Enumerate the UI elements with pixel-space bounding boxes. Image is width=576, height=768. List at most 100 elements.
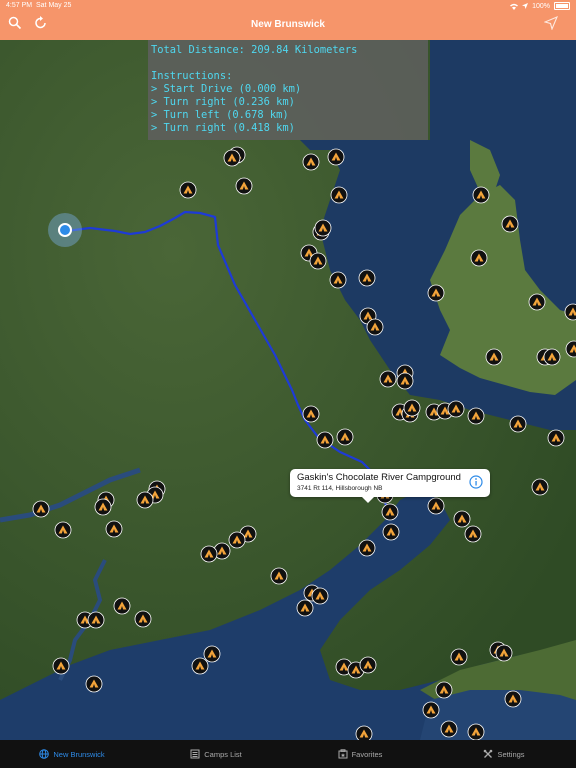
tab-settings[interactable]: Settings bbox=[432, 740, 576, 768]
info-button[interactable] bbox=[469, 475, 483, 489]
campground-marker[interactable] bbox=[396, 372, 414, 390]
campground-marker[interactable] bbox=[355, 725, 373, 740]
battery-percent: 100% bbox=[532, 2, 550, 10]
status-time: 4:57 PM bbox=[6, 2, 33, 9]
map-view[interactable] bbox=[0, 40, 576, 740]
campground-marker[interactable] bbox=[336, 428, 354, 446]
current-location-dot bbox=[58, 223, 72, 237]
campground-marker[interactable] bbox=[509, 415, 527, 433]
campground-marker[interactable] bbox=[427, 497, 445, 515]
campground-marker[interactable] bbox=[87, 611, 105, 629]
campground-marker[interactable] bbox=[531, 478, 549, 496]
campground-callout[interactable]: Gaskin's Chocolate River Campground 3741… bbox=[290, 469, 490, 503]
campground-marker[interactable] bbox=[447, 400, 465, 418]
info-icon bbox=[469, 475, 483, 489]
tab-label: Settings bbox=[497, 749, 525, 759]
tab-label: New Brunswick bbox=[53, 749, 105, 759]
location-arrow-icon bbox=[543, 15, 559, 31]
refresh-button[interactable] bbox=[34, 16, 54, 34]
campground-marker[interactable] bbox=[327, 148, 345, 166]
battery-icon bbox=[554, 2, 570, 10]
campground-marker[interactable] bbox=[440, 720, 458, 738]
campground-marker[interactable] bbox=[235, 177, 253, 195]
instruction-step: > Turn right (0.418 km) bbox=[151, 122, 295, 134]
campground-marker[interactable] bbox=[200, 545, 218, 563]
campground-marker[interactable] bbox=[32, 500, 50, 518]
favorites-icon bbox=[338, 749, 348, 759]
campground-marker[interactable] bbox=[309, 252, 327, 270]
locate-me-button[interactable] bbox=[543, 15, 564, 34]
campground-marker[interactable] bbox=[472, 186, 490, 204]
campground-marker[interactable] bbox=[501, 215, 519, 233]
campground-marker[interactable] bbox=[358, 269, 376, 287]
campground-marker[interactable] bbox=[223, 149, 241, 167]
status-date: Sat May 25 bbox=[36, 2, 72, 9]
campground-marker[interactable] bbox=[450, 648, 468, 666]
campground-marker[interactable] bbox=[302, 405, 320, 423]
campground-marker[interactable] bbox=[54, 521, 72, 539]
campground-marker[interactable] bbox=[203, 645, 221, 663]
campground-marker[interactable] bbox=[464, 525, 482, 543]
campground-marker[interactable] bbox=[366, 318, 384, 336]
campground-marker[interactable] bbox=[191, 657, 209, 675]
globe-icon bbox=[39, 749, 50, 759]
status-indicators: 100% bbox=[510, 2, 570, 10]
campground-marker[interactable] bbox=[470, 249, 488, 267]
campground-marker[interactable] bbox=[403, 399, 421, 417]
refresh-icon bbox=[35, 16, 46, 29]
campground-marker[interactable] bbox=[467, 723, 485, 740]
list-icon bbox=[190, 749, 200, 759]
campground-marker[interactable] bbox=[311, 587, 329, 605]
campground-marker[interactable] bbox=[85, 675, 103, 693]
callout-address: 3741 Rt 114, Hillsborough NB bbox=[297, 485, 383, 492]
tab-favorites[interactable]: Favorites bbox=[288, 740, 432, 768]
campground-marker[interactable] bbox=[453, 510, 471, 528]
settings-icon bbox=[484, 749, 493, 758]
campground-marker[interactable] bbox=[547, 429, 565, 447]
campground-marker[interactable] bbox=[105, 520, 123, 538]
campground-marker[interactable] bbox=[528, 293, 546, 311]
page-title: New Brunswick bbox=[251, 19, 325, 30]
campground-marker[interactable] bbox=[382, 523, 400, 541]
campground-marker[interactable] bbox=[52, 657, 70, 675]
campground-marker[interactable] bbox=[94, 498, 112, 516]
search-icon bbox=[8, 16, 22, 30]
campground-marker[interactable] bbox=[134, 610, 152, 628]
route-instructions-panel: Total Distance: 209.84 Kilometers Instru… bbox=[148, 40, 428, 140]
campground-marker[interactable] bbox=[136, 491, 154, 509]
campground-marker[interactable] bbox=[358, 539, 376, 557]
instruction-step: > Turn left (0.678 km) bbox=[151, 109, 289, 121]
campground-marker[interactable] bbox=[379, 370, 397, 388]
campground-marker[interactable] bbox=[302, 153, 320, 171]
campground-marker[interactable] bbox=[467, 407, 485, 425]
campground-marker[interactable] bbox=[228, 531, 246, 549]
campground-marker[interactable] bbox=[270, 567, 288, 585]
callout-title: Gaskin's Chocolate River Campground bbox=[297, 472, 461, 483]
search-button[interactable] bbox=[8, 16, 28, 34]
location-arrow-icon bbox=[522, 3, 529, 9]
campground-marker[interactable] bbox=[329, 271, 347, 289]
campground-marker[interactable] bbox=[495, 644, 513, 662]
instruction-step: > Start Drive (0.000 km) bbox=[151, 83, 302, 95]
tab-label: Favorites bbox=[351, 749, 383, 759]
campground-marker[interactable] bbox=[381, 503, 399, 521]
tab-camps-list[interactable]: Camps List bbox=[144, 740, 288, 768]
tab-new-brunswick[interactable]: New Brunswick bbox=[0, 740, 144, 768]
campground-marker[interactable] bbox=[296, 599, 314, 617]
campground-marker[interactable] bbox=[330, 186, 348, 204]
campground-marker[interactable] bbox=[543, 348, 561, 366]
instruction-step: > Turn right (0.236 km) bbox=[151, 96, 295, 108]
campground-marker[interactable] bbox=[359, 656, 377, 674]
campground-marker[interactable] bbox=[485, 348, 503, 366]
map-canvas[interactable] bbox=[0, 40, 576, 740]
campground-marker[interactable] bbox=[504, 690, 522, 708]
campground-marker[interactable] bbox=[316, 431, 334, 449]
campground-marker[interactable] bbox=[427, 284, 445, 302]
campground-marker[interactable] bbox=[435, 681, 453, 699]
campground-marker[interactable] bbox=[113, 597, 131, 615]
campground-marker[interactable] bbox=[179, 181, 197, 199]
campground-marker[interactable] bbox=[422, 701, 440, 719]
total-distance: Total Distance: 209.84 Kilometers bbox=[151, 44, 358, 56]
campground-marker[interactable] bbox=[314, 219, 332, 237]
